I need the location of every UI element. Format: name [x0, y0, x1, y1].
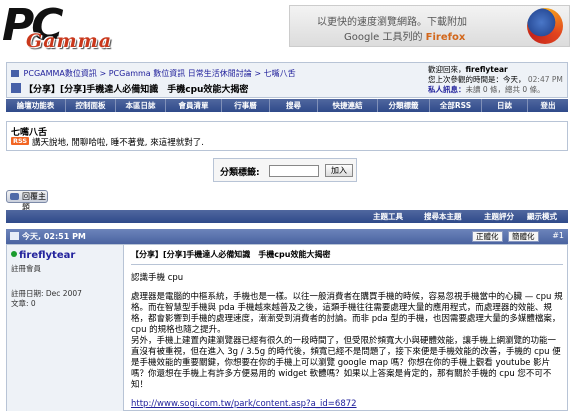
breadcrumb-separator: >: [99, 69, 107, 78]
menu-quick-links[interactable]: 快捷連結: [318, 99, 378, 112]
post-content: 【分享】[分享]手機達人必備知識 手機cpu效能大揭密 認識手機 cpu 處理器…: [131, 249, 563, 410]
firefox-logo-icon: [527, 8, 563, 44]
display-mode-menu[interactable]: 顯示模式: [527, 210, 557, 223]
username-link[interactable]: fireflytear: [466, 65, 508, 74]
post-paragraph-1: 認識手機 cpu: [131, 273, 184, 283]
welcome-label: 歡迎回來，: [428, 65, 466, 74]
tag-label: 分類標籤:: [220, 168, 260, 178]
simplified-chinese-button[interactable]: 簡體化: [508, 231, 539, 242]
menu-logout[interactable]: 登出: [528, 99, 568, 112]
post-number[interactable]: #1: [552, 231, 564, 240]
reply-button-label: 回覆主題: [22, 192, 46, 212]
rss-icon[interactable]: RSS: [11, 137, 30, 145]
breadcrumb-item-home[interactable]: PCGAMMA數位資訊: [24, 69, 97, 78]
menu-tags[interactable]: 分類標籤: [378, 99, 430, 112]
post-source-link[interactable]: http://www.sogi.com.tw/park/content.asp?…: [131, 399, 563, 410]
menu-all-rss[interactable]: 全部RSS: [430, 99, 482, 112]
ad-line-2: Google 工具列的 Firefox: [344, 28, 465, 43]
menu-control-panel[interactable]: 控制面板: [66, 99, 116, 112]
thread-arrow-icon: [11, 83, 21, 93]
thread-title-text: 【分享】[分享]手機達人必備知識 手機cpu效能大揭密: [24, 85, 249, 95]
thread-tools-menu[interactable]: 主題工具: [373, 210, 403, 223]
reply-thread-button[interactable]: 回覆主題: [6, 190, 48, 212]
menu-forum-functions[interactable]: 論壇功能表: [6, 99, 66, 112]
forum-description-box: 七嘴八舌 RSS 講天說地, 閒聊哈啦, 睡不著覺, 來這裡就對了.: [6, 121, 568, 151]
home-icon: [11, 70, 19, 77]
last-visit-label: 您上次參觀的時間是：今天，: [428, 75, 526, 84]
post-author-name[interactable]: fireflytear: [19, 250, 75, 261]
post-date: 今天, 02:51 PM: [10, 231, 86, 242]
post-author: fireflytear: [11, 250, 119, 261]
post: fireflytear 註冊會員 註冊日期: Dec 2007 文章: 0 【分…: [6, 244, 568, 411]
post-author-info: 註冊日期: Dec 2007 文章: 0: [11, 289, 119, 309]
breadcrumb: PCGAMMA數位資訊 > PCGamma 數位資訊 日常生活休閒討論 > 七嘴…: [11, 68, 296, 79]
breadcrumb-item-forum-group[interactable]: PCGamma 數位資訊 日常生活休閒討論: [109, 69, 252, 78]
traditional-chinese-button[interactable]: 正體化: [472, 231, 503, 242]
post-author-title: 註冊會員: [11, 264, 41, 273]
last-visit-time: 02:47 PM: [527, 75, 563, 84]
site-header: PC Gamma 以更快的速度瀏覽網路。下載附加 Google 工具列的 Fir…: [0, 0, 570, 58]
private-message-row: 私人訊息：未讀 0 條，總共 0 條。: [428, 85, 565, 95]
post-author-panel: fireflytear 註冊會員 註冊日期: Dec 2007 文章: 0: [7, 245, 124, 411]
ad-brand: Firefox: [425, 32, 466, 43]
post-paragraph-3: 另外，手機上建置內建瀏覽器已經有很久的一段時間了，但受限於頻寬大小與硬體效能，讓…: [131, 336, 561, 390]
forum-description: 講天說地, 閒聊哈啦, 睡不著覺, 來這裡就對了.: [32, 138, 204, 148]
logo-gamma-text: Gamma: [26, 30, 113, 52]
search-thread-menu[interactable]: 搜尋本主題: [424, 210, 462, 223]
thread-toolbar: 主題工具 搜尋本主題 主題評分 顯示模式: [6, 210, 568, 223]
tag-box: 分類標籤: 加入: [213, 158, 357, 182]
menu-search[interactable]: 搜尋: [270, 99, 318, 112]
tag-input[interactable]: [269, 165, 319, 177]
last-visit-row: 您上次參觀的時間是：今天， 02:47 PM: [428, 75, 565, 85]
join-date: 註冊日期: Dec 2007: [11, 289, 82, 298]
breadcrumb-separator: >: [254, 69, 262, 78]
ad-line-1: 以更快的速度瀏覽網路。下載附加: [317, 17, 467, 28]
reply-icon: [10, 193, 19, 200]
post-date-text: 今天, 02:51 PM: [22, 232, 86, 241]
firefox-ad-banner[interactable]: 以更快的速度瀏覽網路。下載附加 Google 工具列的 Firefox: [289, 5, 570, 47]
breadcrumb-item-forum[interactable]: 七嘴八舌: [264, 69, 296, 78]
add-tag-button[interactable]: 加入: [325, 164, 353, 177]
online-status-icon: [11, 251, 17, 257]
thread-title: 【分享】[分享]手機達人必備知識 手機cpu效能大揭密: [11, 82, 248, 95]
navigation-box: PCGAMMA數位資訊 > PCGamma 數位資訊 日常生活休閒討論 > 七嘴…: [6, 62, 568, 98]
menu-blogs[interactable]: 日誌: [482, 99, 528, 112]
rate-thread-menu[interactable]: 主題評分: [484, 210, 514, 223]
post-count: 文章: 0: [11, 299, 36, 308]
site-logo[interactable]: PC Gamma: [2, 0, 162, 54]
welcome-row: 歡迎回來，fireflytear: [428, 65, 565, 75]
private-message-link[interactable]: 私人訊息：: [428, 85, 466, 94]
post-title: 【分享】[分享]手機達人必備知識 手機cpu效能大揭密: [131, 249, 563, 265]
menu-forum-blogs[interactable]: 本區日誌: [116, 99, 166, 112]
post-paragraph-2: 處理器是電腦的中樞系統，手機也是一樣。以往一般消費者在購買手機的時候，容易忽視手…: [131, 292, 563, 335]
post-status-icon: [10, 232, 19, 240]
menu-member-list[interactable]: 會員清單: [166, 99, 222, 112]
private-message-count: 未讀 0 條，總共 0 條。: [465, 85, 545, 94]
user-info-box: 歡迎回來，fireflytear 您上次參觀的時間是：今天， 02:47 PM …: [428, 65, 565, 95]
ad-line-2-prefix: Google 工具列的: [344, 32, 423, 43]
menu-calendar[interactable]: 行事曆: [222, 99, 270, 112]
main-menu-bar: 論壇功能表 控制面板 本區日誌 會員清單 行事曆 搜尋 快捷連結 分類標籤 全部…: [6, 99, 568, 112]
post-header: 今天, 02:51 PM 正體化 簡體化 #1: [6, 229, 568, 244]
